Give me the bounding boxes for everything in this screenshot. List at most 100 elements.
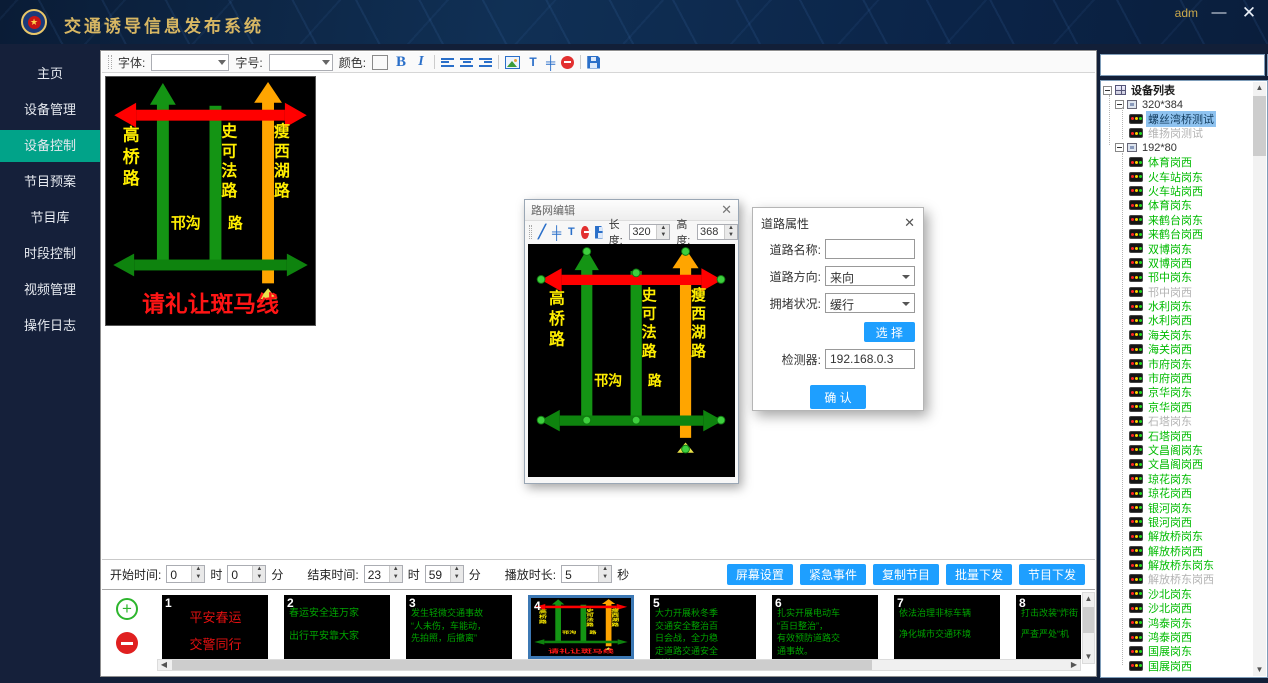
program-thumbnail-2[interactable]: 2春运安全连万家出行平安靠大家	[284, 595, 390, 659]
program-thumbnail-1[interactable]: 1平安春运交警同行	[162, 595, 268, 659]
scroll-left-icon[interactable]: ◀	[158, 660, 170, 670]
tree-device-石塔岗东[interactable]: 石塔岗东	[1103, 414, 1252, 428]
step-down-icon[interactable]: ▼	[725, 232, 737, 239]
scroll-down-icon[interactable]: ▼	[1253, 664, 1266, 676]
tree-device-琼花岗西[interactable]: 琼花岗西	[1103, 486, 1252, 500]
text-tool-button[interactable]: T	[526, 55, 540, 69]
height-stepper[interactable]: 368 ▲▼	[697, 224, 738, 240]
program-thumbnail-5[interactable]: 5大力开展秋冬季交通安全整治百日会战，全力稳定道路交通安全形势！	[650, 595, 756, 659]
batch-send-button[interactable]: 批量下发	[946, 564, 1012, 585]
tree-device-京华岗东[interactable]: 京华岗东	[1103, 385, 1252, 399]
detector-field[interactable]: 192.168.0.3	[825, 349, 915, 369]
length-value[interactable]: 320	[630, 225, 656, 239]
start-hour-stepper[interactable]: 0 ▲▼	[166, 565, 205, 583]
step-up-icon[interactable]: ▲	[657, 225, 669, 232]
sign-preview-canvas[interactable]: 高桥路史可法路瘦西湖路邗沟路请礼让斑马线	[105, 76, 316, 326]
remove-program-button[interactable]	[116, 632, 138, 654]
road-tool-button[interactable]: ╪	[552, 225, 561, 240]
sidebar-item-主页[interactable]: 主页	[0, 58, 100, 90]
tree-device-水利岗东[interactable]: 水利岗东	[1103, 299, 1252, 313]
tree-device-来鹤台岗东[interactable]: 来鹤台岗东	[1103, 213, 1252, 227]
logged-in-user[interactable]: adm	[1175, 6, 1198, 20]
duration-value[interactable]: 5	[562, 566, 598, 582]
step-down-icon[interactable]: ▼	[390, 574, 402, 582]
align-left-button[interactable]	[441, 57, 454, 68]
tree-expander-icon[interactable]	[1115, 143, 1124, 152]
scroll-right-icon[interactable]: ▶	[1068, 660, 1080, 670]
tree-device-银河岗西[interactable]: 银河岗西	[1103, 515, 1252, 529]
tree-expander-icon[interactable]	[1103, 86, 1112, 95]
tree-device-体育岗西[interactable]: 体育岗西	[1103, 155, 1252, 169]
road-network-edit-canvas[interactable]: 高桥路史可法路瘦西湖路邗沟路	[528, 244, 735, 477]
start-minute-value[interactable]: 0	[228, 566, 252, 582]
tree-device-维扬岗测试[interactable]: 维扬岗测试	[1103, 126, 1252, 140]
edit-handle[interactable]	[682, 248, 690, 256]
step-up-icon[interactable]: ▲	[390, 566, 402, 574]
sidebar-item-节目库[interactable]: 节目库	[0, 202, 100, 234]
tree-device-水利岗西[interactable]: 水利岗西	[1103, 313, 1252, 327]
start-minute-stepper[interactable]: 0 ▲▼	[227, 565, 266, 583]
step-down-icon[interactable]: ▼	[451, 574, 463, 582]
sidebar-item-设备管理[interactable]: 设备管理	[0, 94, 100, 126]
tree-device-邗中岗东[interactable]: 邗中岗东	[1103, 270, 1252, 284]
end-minute-stepper[interactable]: 59 ▲▼	[425, 565, 464, 583]
road-name-field[interactable]	[825, 239, 915, 259]
scroll-track[interactable]	[1083, 605, 1094, 651]
tree-device-海关岗西[interactable]: 海关岗西	[1103, 342, 1252, 356]
edit-handle[interactable]	[632, 416, 640, 424]
program-thumbnail-6[interactable]: 6扎实开展电动车“百日整治”，有效预防道路交通事故。	[772, 595, 878, 659]
step-up-icon[interactable]: ▲	[451, 566, 463, 574]
tree-device-石塔岗西[interactable]: 石塔岗西	[1103, 428, 1252, 442]
close-icon[interactable]: ✕	[721, 202, 732, 218]
tree-scrollbar[interactable]: ▲ ▼	[1253, 82, 1266, 676]
font-family-dropdown[interactable]	[151, 54, 229, 71]
length-stepper[interactable]: 320 ▲▼	[629, 224, 670, 240]
edit-handle[interactable]	[537, 416, 545, 424]
program-thumbnail-7[interactable]: 7依法治理非标车辆净化城市交通环境	[894, 595, 1000, 659]
scroll-down-icon[interactable]: ▼	[1083, 651, 1094, 663]
program-thumbnail-4[interactable]: 4高桥路史可法路瘦西湖路邗沟路请礼让斑马线	[528, 595, 634, 659]
step-down-icon[interactable]: ▼	[253, 574, 265, 582]
tree-device-螺丝湾桥测试[interactable]: 螺丝湾桥测试	[1103, 112, 1252, 126]
tree-device-琼花岗东[interactable]: 琼花岗东	[1103, 472, 1252, 486]
add-program-button[interactable]: +	[116, 598, 138, 620]
step-up-icon[interactable]: ▲	[253, 566, 265, 574]
bold-button[interactable]: B	[394, 54, 408, 71]
step-down-icon[interactable]: ▼	[599, 574, 611, 582]
save-button[interactable]	[595, 226, 603, 239]
scroll-thumb[interactable]	[1083, 607, 1094, 633]
end-hour-value[interactable]: 23	[365, 566, 389, 582]
tree-device-沙北岗东[interactable]: 沙北岗东	[1103, 587, 1252, 601]
sidebar-item-时段控制[interactable]: 时段控制	[0, 238, 100, 270]
scroll-track[interactable]	[170, 660, 1068, 670]
scroll-thumb[interactable]	[172, 660, 872, 670]
congestion-select[interactable]: 缓行	[825, 293, 915, 313]
delete-button[interactable]	[561, 56, 574, 69]
tree-device-体育岗东[interactable]: 体育岗东	[1103, 198, 1252, 212]
road-network-tool-button[interactable]: ╪	[546, 55, 555, 70]
emergency-event-button[interactable]: 紧急事件	[800, 564, 866, 585]
edit-handle[interactable]	[682, 445, 690, 453]
step-up-icon[interactable]: ▲	[192, 566, 204, 574]
program-thumbnail-3[interactable]: 3发生轻微交通事故“人未伤，车能动，先拍照，后撤离”	[406, 595, 512, 659]
toolbar-grip[interactable]	[529, 225, 532, 239]
tree-group-320*384[interactable]: 320*384	[1103, 97, 1252, 111]
minimize-button[interactable]: —	[1208, 2, 1230, 24]
copy-program-button[interactable]: 复制节目	[873, 564, 939, 585]
close-button[interactable]: ✕	[1238, 2, 1260, 24]
edit-handle[interactable]	[632, 269, 640, 277]
align-center-button[interactable]	[460, 57, 473, 68]
edit-handle[interactable]	[537, 276, 545, 284]
line-tool-button[interactable]: ╱	[538, 224, 546, 240]
close-icon[interactable]: ✕	[904, 215, 915, 231]
editor-titlebar[interactable]: 路网编辑 ✕	[525, 200, 738, 221]
end-hour-stepper[interactable]: 23 ▲▼	[364, 565, 403, 583]
tree-device-解放桥岗西[interactable]: 解放桥岗西	[1103, 544, 1252, 558]
scroll-thumb[interactable]	[1253, 96, 1266, 156]
select-button[interactable]: 选 择	[864, 322, 915, 342]
tree-device-国展岗西[interactable]: 国展岗西	[1103, 659, 1252, 673]
step-up-icon[interactable]: ▲	[599, 566, 611, 574]
save-button[interactable]	[587, 56, 600, 69]
delete-button[interactable]	[581, 226, 589, 239]
edit-handle[interactable]	[717, 276, 725, 284]
